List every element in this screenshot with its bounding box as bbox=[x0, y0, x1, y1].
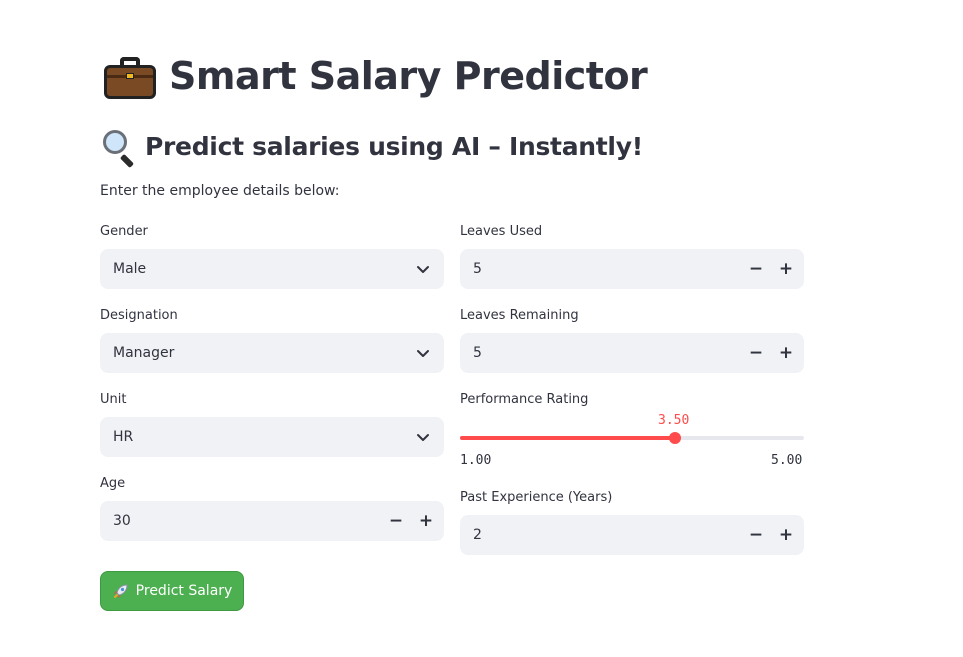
age-increment-button[interactable]: + bbox=[410, 501, 442, 541]
briefcase-icon bbox=[103, 53, 157, 99]
leaves-used-label: Leaves Used bbox=[460, 224, 543, 239]
experience-increment-button[interactable]: + bbox=[770, 515, 802, 555]
leaves-remaining-label: Leaves Remaining bbox=[460, 308, 579, 323]
unit-select[interactable]: HR bbox=[100, 417, 444, 457]
leaves-remaining-decrement-button[interactable]: − bbox=[740, 333, 772, 373]
leaves-used-decrement-button[interactable]: − bbox=[740, 249, 772, 289]
unit-label: Unit bbox=[100, 392, 127, 407]
page-header: Smart Salary Predictor bbox=[103, 50, 648, 102]
chevron-down-icon bbox=[417, 266, 429, 273]
experience-value: 2 bbox=[473, 527, 482, 543]
experience-input[interactable]: 2 − + bbox=[460, 515, 804, 555]
leaves-used-value: 5 bbox=[473, 261, 482, 277]
age-value: 30 bbox=[113, 513, 131, 529]
predict-salary-label: Predict Salary bbox=[135, 583, 233, 599]
designation-label: Designation bbox=[100, 308, 178, 323]
chevron-down-icon bbox=[417, 434, 429, 441]
page-subheader: Predict salaries using AI – Instantly! bbox=[101, 128, 643, 169]
performance-slider-track[interactable] bbox=[460, 436, 804, 440]
performance-slider-min: 1.00 bbox=[460, 453, 492, 468]
gender-select[interactable]: Male bbox=[100, 249, 444, 289]
predict-salary-button[interactable]: Predict Salary bbox=[100, 571, 244, 611]
leaves-remaining-input[interactable]: 5 − + bbox=[460, 333, 804, 373]
gender-label: Gender bbox=[100, 224, 148, 239]
gender-value: Male bbox=[113, 261, 147, 277]
page-title: Smart Salary Predictor bbox=[169, 54, 648, 98]
leaves-used-input[interactable]: 5 − + bbox=[460, 249, 804, 289]
performance-slider-thumb[interactable] bbox=[669, 432, 681, 444]
chevron-down-icon bbox=[417, 350, 429, 357]
performance-rating-label: Performance Rating bbox=[460, 392, 589, 407]
rocket-icon bbox=[113, 584, 128, 598]
intro-text: Enter the employee details below: bbox=[100, 183, 340, 199]
experience-decrement-button[interactable]: − bbox=[740, 515, 772, 555]
page-subtitle: Predict salaries using AI – Instantly! bbox=[145, 131, 643, 161]
age-input[interactable]: 30 − + bbox=[100, 501, 444, 541]
leaves-used-increment-button[interactable]: + bbox=[770, 249, 802, 289]
experience-label: Past Experience (Years) bbox=[460, 490, 613, 505]
performance-slider-value: 3.50 bbox=[658, 413, 690, 428]
unit-value: HR bbox=[113, 429, 134, 445]
leaves-remaining-increment-button[interactable]: + bbox=[770, 333, 802, 373]
age-decrement-button[interactable]: − bbox=[380, 501, 412, 541]
leaves-remaining-value: 5 bbox=[473, 345, 482, 361]
performance-slider-fill bbox=[460, 436, 675, 440]
age-label: Age bbox=[100, 476, 126, 491]
designation-value: Manager bbox=[113, 345, 175, 361]
performance-slider-max: 5.00 bbox=[771, 453, 803, 468]
magnifying-glass-icon bbox=[101, 129, 137, 169]
designation-select[interactable]: Manager bbox=[100, 333, 444, 373]
